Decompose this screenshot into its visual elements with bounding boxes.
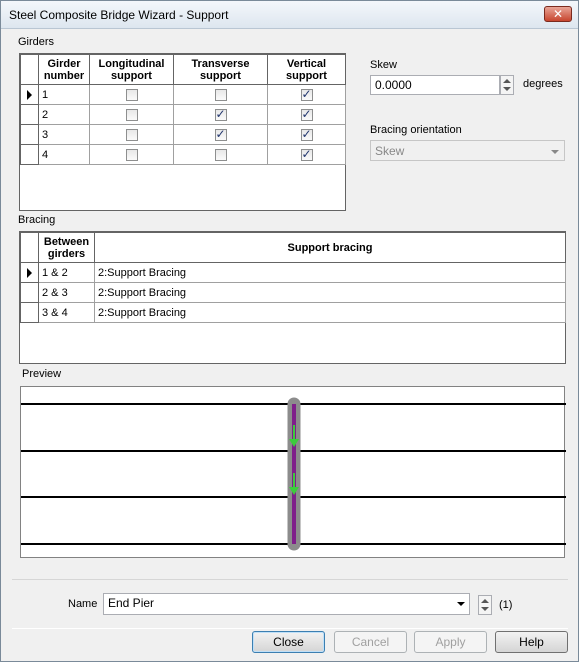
transverse-support-checkbox[interactable] [214, 107, 227, 121]
skew-input[interactable]: 0.0000 [370, 75, 500, 95]
checkbox-cell[interactable] [173, 144, 268, 165]
girder-number: 2 [38, 104, 90, 125]
title-bar: Steel Composite Bridge Wizard - Support … [1, 1, 578, 29]
bracing-row[interactable]: 2 & 3 2:Support Bracing [20, 282, 566, 303]
apply-button[interactable]: Apply [414, 631, 487, 653]
spin-up-icon[interactable] [503, 79, 511, 83]
preview-canvas [20, 386, 566, 558]
bracing-orientation-value: Skew [375, 144, 405, 158]
name-label: Name [68, 598, 98, 610]
girders-corner-header [20, 54, 39, 85]
skew-label: Skew [370, 59, 397, 71]
close-button[interactable]: Close [252, 631, 325, 653]
bracing-row[interactable]: 3 & 4 2:Support Bracing [20, 302, 566, 323]
girder-row[interactable]: 4 [20, 144, 346, 165]
row-selector[interactable] [20, 104, 39, 125]
checkbox-cell[interactable] [267, 144, 346, 165]
between-girders-cell[interactable]: 2 & 3 [38, 282, 95, 303]
vertical-support-checkbox[interactable] [300, 107, 313, 121]
bracing-orientation-label: Bracing orientation [370, 124, 462, 136]
longitudinal-support-checkbox[interactable] [125, 148, 138, 161]
row-selector[interactable] [20, 262, 39, 283]
row-selector[interactable] [20, 302, 39, 323]
longitudinal-support-checkbox[interactable] [125, 108, 138, 121]
girder-row[interactable]: 3 [20, 124, 346, 145]
transverse-support-checkbox[interactable] [214, 88, 227, 101]
skew-spinner[interactable] [500, 75, 514, 95]
spin-down-icon[interactable] [503, 87, 511, 91]
row-selector[interactable] [20, 282, 39, 303]
bracing-row[interactable]: 1 & 2 2:Support Bracing [20, 262, 566, 283]
current-row-icon [27, 89, 32, 100]
checkbox-cell[interactable] [173, 124, 268, 145]
vertical-support-checkbox[interactable] [300, 87, 313, 101]
preview-label: Preview [22, 368, 62, 380]
dialog-window: Steel Composite Bridge Wizard - Support … [0, 0, 579, 662]
support-bracing-cell[interactable]: 2:Support Bracing [94, 282, 566, 303]
girders-section-label: Girders [18, 36, 55, 48]
spin-up-icon[interactable] [481, 599, 489, 603]
girder-number: 3 [38, 124, 90, 145]
row-selector[interactable] [20, 144, 39, 165]
support-bracing-cell[interactable]: 2:Support Bracing [94, 302, 566, 323]
bracing-corner-header [20, 232, 39, 263]
girders-col-header[interactable]: Vertical support [267, 54, 346, 85]
checkbox-cell[interactable] [173, 104, 268, 125]
name-select[interactable]: End Pier [103, 593, 470, 615]
between-girders-cell[interactable]: 1 & 2 [38, 262, 95, 283]
window-close-button[interactable]: ✕ [544, 6, 572, 22]
help-button[interactable]: Help [495, 631, 568, 653]
checkbox-cell[interactable] [267, 104, 346, 125]
between-girders-cell[interactable]: 3 & 4 [38, 302, 95, 323]
checkbox-cell[interactable] [267, 124, 346, 145]
support-bracing-cell[interactable]: 2:Support Bracing [94, 262, 566, 283]
checkbox-cell[interactable] [173, 84, 268, 105]
chevron-down-icon [551, 150, 559, 154]
bracing-grid[interactable]: Between girders Support bracing 1 & 2 2:S… [19, 231, 566, 364]
checkbox-cell[interactable] [89, 84, 174, 105]
girders-col-header[interactable]: Girder number [38, 54, 90, 85]
transverse-support-checkbox[interactable] [214, 148, 227, 161]
bracing-orientation-select: Skew [370, 140, 565, 161]
checkbox-cell[interactable] [89, 144, 174, 165]
window-title: Steel Composite Bridge Wizard - Support [9, 8, 229, 22]
girder-number: 1 [38, 84, 90, 105]
girders-grid[interactable]: Girder number Longitudinal support Trans… [19, 53, 346, 211]
girders-col-header[interactable]: Transverse support [173, 54, 268, 85]
bracing-section-label: Bracing [18, 214, 56, 226]
vertical-support-checkbox[interactable] [300, 127, 313, 141]
vertical-support-checkbox[interactable] [300, 147, 313, 161]
name-index: (1) [499, 599, 513, 611]
preview-drawing [21, 397, 566, 551]
cancel-button[interactable]: Cancel [334, 631, 407, 653]
bracing-col-header[interactable]: Support bracing [94, 232, 566, 263]
girders-col-header[interactable]: Longitudinal support [89, 54, 174, 85]
transverse-support-checkbox[interactable] [214, 127, 227, 141]
longitudinal-support-checkbox[interactable] [125, 128, 138, 141]
longitudinal-support-checkbox[interactable] [125, 88, 138, 101]
name-value: End Pier [108, 596, 155, 610]
row-selector[interactable] [20, 124, 39, 145]
checkbox-cell[interactable] [89, 104, 174, 125]
chevron-down-icon[interactable] [457, 602, 465, 606]
girder-number: 4 [38, 144, 90, 165]
row-selector[interactable] [20, 84, 39, 105]
checkbox-cell[interactable] [267, 84, 346, 105]
name-spinner[interactable] [478, 595, 492, 615]
spin-down-icon[interactable] [481, 607, 489, 611]
bracing-col-header[interactable]: Between girders [38, 232, 95, 263]
current-row-icon [27, 267, 32, 278]
checkbox-cell[interactable] [89, 124, 174, 145]
girder-row[interactable]: 2 [20, 104, 346, 125]
skew-unit: degrees [523, 78, 563, 90]
girder-row[interactable]: 1 [20, 84, 346, 105]
